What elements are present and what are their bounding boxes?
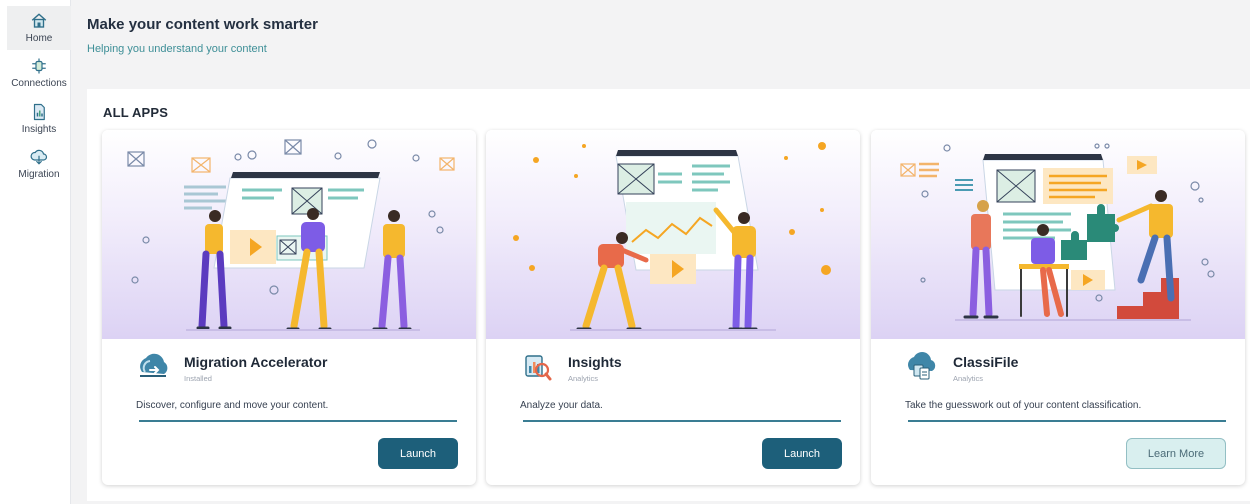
section-title: ALL APPS: [103, 105, 169, 120]
insights-icon: [33, 103, 45, 121]
app-status: Analytics: [568, 374, 599, 383]
classifile-illustration-art: [900, 143, 1215, 321]
sidebar-item-label: Migration: [18, 169, 60, 180]
classifile-icon: [905, 350, 939, 384]
page-subtitle: Helping you understand your content: [87, 43, 267, 55]
app-description: Analyze your data.: [520, 400, 603, 411]
sidebar-item-migration[interactable]: Migration: [7, 142, 71, 186]
all-apps-panel: ALL APPS Migration Accelerator Installed…: [87, 89, 1250, 501]
app-description: Discover, configure and move your conten…: [136, 400, 329, 411]
card-divider: [139, 420, 457, 422]
launch-button[interactable]: Launch: [378, 438, 458, 469]
migration-icon: [30, 149, 48, 165]
page-title: Make your content work smarter: [87, 16, 318, 33]
insights-illustration-art: [513, 142, 831, 331]
app-name: ClassiFile: [953, 354, 1019, 370]
app-description: Take the guesswork out of your content c…: [905, 400, 1142, 411]
app-status: Installed: [184, 374, 212, 383]
app-name: Insights: [568, 354, 622, 370]
card-divider: [523, 420, 841, 422]
classifile-illustration: [871, 130, 1245, 339]
sidebar: Home Connections Insights Migration: [0, 0, 71, 504]
connections-icon: [32, 58, 46, 74]
migration-illustration: [102, 130, 476, 339]
launch-button[interactable]: Launch: [762, 438, 842, 469]
sidebar-item-home[interactable]: Home: [7, 6, 71, 50]
sidebar-item-connections[interactable]: Connections: [7, 51, 71, 95]
card-divider: [908, 420, 1226, 422]
app-name: Migration Accelerator: [184, 354, 328, 370]
insights-illustration: [486, 130, 860, 339]
app-card-insights: Insights Analytics Analyze your data. La…: [486, 130, 860, 485]
sidebar-item-label: Connections: [11, 78, 67, 89]
app-card-migration-accelerator: Migration Accelerator Installed Discover…: [102, 130, 476, 485]
home-icon: [31, 13, 47, 28]
app-status: Analytics: [953, 374, 984, 383]
migration-accelerator-icon: [136, 350, 170, 384]
learn-more-button[interactable]: Learn More: [1126, 438, 1226, 469]
migration-illustration-art: [127, 139, 455, 331]
app-card-classifile: ClassiFile Analytics Take the guesswork …: [871, 130, 1245, 485]
sidebar-item-label: Insights: [21, 124, 57, 135]
insights-app-icon: [520, 350, 554, 384]
sidebar-item-insights[interactable]: Insights: [7, 97, 71, 141]
sidebar-item-label: Home: [25, 33, 53, 44]
